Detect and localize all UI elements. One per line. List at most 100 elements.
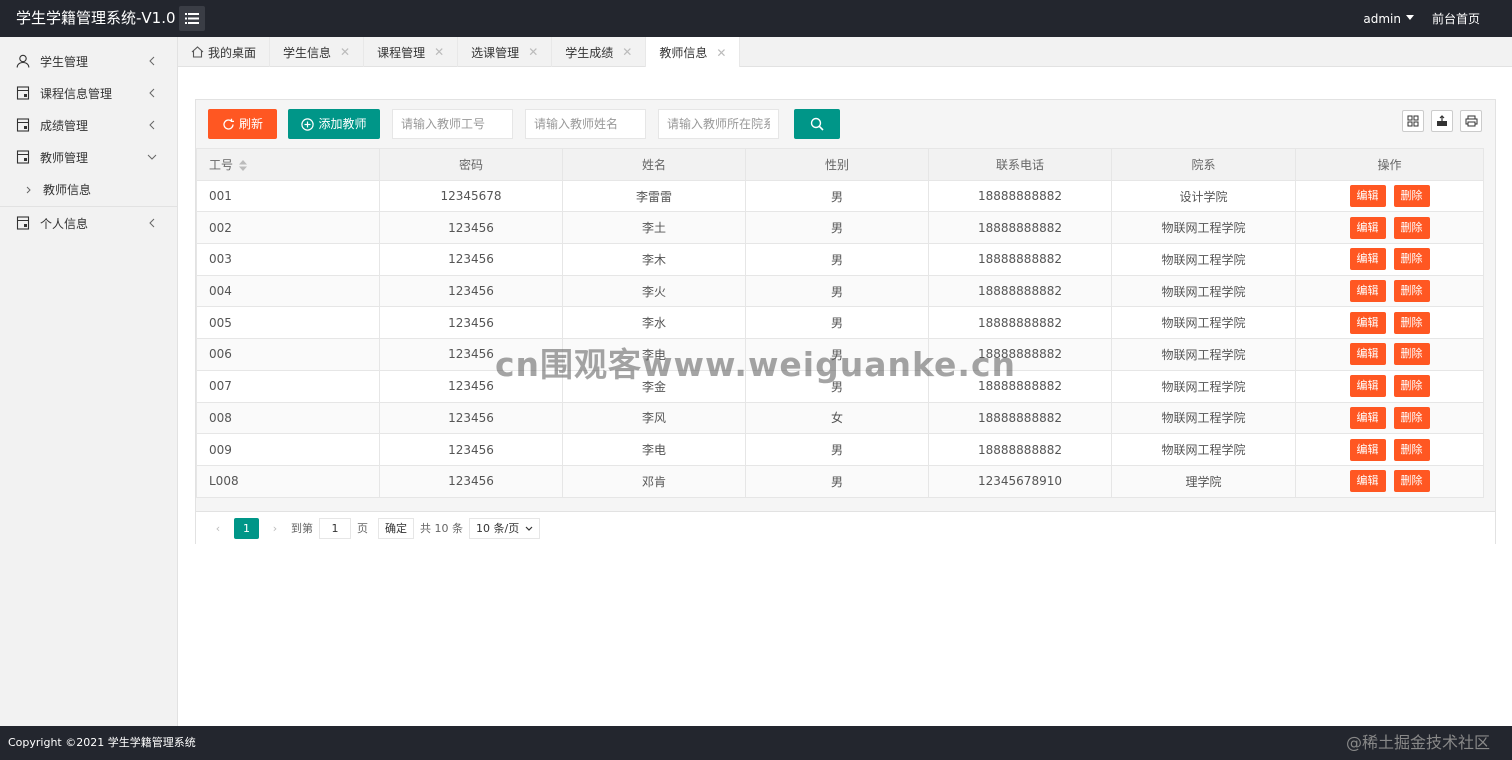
tab-desktop[interactable]: 我的桌面 <box>178 37 271 67</box>
table-header-row: 工号 密码 姓名 性别 联系电话 院系 操作 <box>196 148 1484 181</box>
columns-filter-button[interactable] <box>1402 110 1424 132</box>
footer: Copyright ©2021 学生学籍管理系统 @稀土掘金技术社区 <box>0 726 1512 760</box>
sidebar-item-student[interactable]: 学生管理 <box>0 45 177 77</box>
chevron-down-icon <box>147 154 157 160</box>
edit-button[interactable]: 编辑 <box>1349 438 1386 461</box>
next-page-icon[interactable]: › <box>265 522 285 535</box>
close-icon[interactable]: ✕ <box>340 45 350 59</box>
cell-gender: 男 <box>745 179 929 213</box>
sidebar-item-teacher[interactable]: 教师管理 <box>0 141 177 173</box>
delete-button[interactable]: 删除 <box>1393 438 1430 461</box>
user-menu[interactable]: admin <box>1363 12 1414 26</box>
user-name: admin <box>1363 11 1401 26</box>
column-header-name: 姓名 <box>562 148 746 181</box>
cell-dept: 物联网工程学院 <box>1111 274 1296 308</box>
refresh-label: 刷新 <box>238 117 263 131</box>
close-icon[interactable]: ✕ <box>528 45 538 59</box>
tab-label: 学生信息 <box>283 45 332 60</box>
cell-dept: 设计学院 <box>1111 179 1296 213</box>
tab-selection[interactable]: 选课管理 ✕ <box>458 37 553 67</box>
page-size-select[interactable]: 10 条/页 <box>469 517 541 539</box>
sidebar-item-grades[interactable]: 成绩管理 <box>0 109 177 141</box>
sidebar: 学生管理 课程信息管理 成绩管理 教师管理 教师信息 个人信息 <box>0 37 178 726</box>
tab-teacher-info[interactable]: 教师信息 ✕ <box>646 37 741 68</box>
column-header-phone: 联系电话 <box>928 148 1112 181</box>
cell-actions: 编辑 删除 <box>1295 243 1484 276</box>
table-row: 001 12345678 李雷雷男 18888888882 设计学院 编辑 删除 <box>196 179 1484 213</box>
chevron-left-icon <box>149 120 155 130</box>
menu-icon <box>185 13 199 24</box>
edit-button[interactable]: 编辑 <box>1349 343 1386 366</box>
search-teacher-id-input[interactable] <box>392 109 513 139</box>
edit-button[interactable]: 编辑 <box>1349 248 1386 271</box>
delete-button[interactable]: 删除 <box>1393 185 1430 208</box>
search-teacher-name-input[interactable] <box>525 109 646 139</box>
column-header-id[interactable]: 工号 <box>196 148 380 181</box>
edit-button[interactable]: 编辑 <box>1349 311 1386 334</box>
tab-student-info[interactable]: 学生信息 ✕ <box>270 37 365 67</box>
cell-password: 123456 <box>379 243 563 276</box>
delete-button[interactable]: 删除 <box>1393 280 1430 303</box>
tab-grades[interactable]: 学生成绩 ✕ <box>552 37 647 67</box>
page-jump-input[interactable]: 1 <box>319 517 351 539</box>
chevron-left-icon <box>149 218 155 228</box>
sidebar-item-course[interactable]: 课程信息管理 <box>0 77 177 109</box>
cell-password: 123456 <box>379 274 563 308</box>
cell-actions: 编辑 删除 <box>1295 369 1484 403</box>
goto-label: 到第 <box>291 522 313 535</box>
edit-button[interactable]: 编辑 <box>1349 406 1386 429</box>
close-icon[interactable]: ✕ <box>622 45 632 59</box>
tab-course[interactable]: 课程管理 ✕ <box>364 37 459 67</box>
cell-actions: 编辑 删除 <box>1295 179 1484 213</box>
home-link[interactable]: 前台首页 <box>1432 10 1480 27</box>
prev-page-icon[interactable]: ‹ <box>208 522 228 535</box>
cell-id: 005 <box>196 306 380 340</box>
close-icon[interactable]: ✕ <box>716 46 726 60</box>
chevron-down-icon <box>525 526 533 531</box>
cell-gender: 男 <box>745 464 929 498</box>
sidebar-subitem-teacher-info[interactable]: 教师信息 <box>0 173 177 207</box>
search-button[interactable] <box>794 109 840 139</box>
delete-button[interactable]: 删除 <box>1393 311 1430 334</box>
cell-password: 123456 <box>379 464 563 498</box>
edit-button[interactable]: 编辑 <box>1349 185 1386 208</box>
close-icon[interactable]: ✕ <box>434 45 444 59</box>
delete-button[interactable]: 删除 <box>1393 248 1430 271</box>
export-button[interactable] <box>1431 110 1453 132</box>
cell-dept: 物联网工程学院 <box>1111 338 1296 371</box>
delete-button[interactable]: 删除 <box>1393 470 1430 493</box>
tab-label: 课程管理 <box>377 45 426 60</box>
menu-toggle-button[interactable] <box>179 6 205 31</box>
print-button[interactable] <box>1460 110 1482 132</box>
cell-name: 邓肯 <box>562 464 746 498</box>
top-header: 学生学籍管理系统-V1.0 admin 前台首页 <box>0 0 1512 37</box>
sort-icon[interactable] <box>239 159 248 171</box>
page-jump-confirm-button[interactable]: 确定 <box>378 517 414 539</box>
edit-button[interactable]: 编辑 <box>1349 216 1386 239</box>
sidebar-item-profile[interactable]: 个人信息 <box>0 207 177 239</box>
cell-phone: 18888888882 <box>928 274 1112 308</box>
delete-button[interactable]: 删除 <box>1393 375 1430 398</box>
edit-button[interactable]: 编辑 <box>1349 375 1386 398</box>
column-header-actions: 操作 <box>1295 148 1484 181</box>
cell-phone: 18888888882 <box>928 338 1112 371</box>
table-row: 003 123456 李木男 18888888882 物联网工程学院 编辑 删除 <box>196 243 1484 276</box>
cell-actions: 编辑 删除 <box>1295 274 1484 308</box>
toolbar: 刷新 添加教师 <box>196 100 1495 147</box>
grid-icon <box>1407 115 1419 127</box>
delete-button[interactable]: 删除 <box>1393 343 1430 366</box>
delete-button[interactable]: 删除 <box>1393 216 1430 239</box>
tab-label: 学生成绩 <box>565 45 614 60</box>
refresh-button[interactable]: 刷新 <box>208 109 277 139</box>
delete-button[interactable]: 删除 <box>1393 406 1430 429</box>
edit-button[interactable]: 编辑 <box>1349 470 1386 493</box>
search-teacher-dept-input[interactable] <box>658 109 779 139</box>
cell-gender: 男 <box>745 433 929 466</box>
add-teacher-button[interactable]: 添加教师 <box>288 109 380 139</box>
cell-dept: 物联网工程学院 <box>1111 369 1296 403</box>
header-right: admin 前台首页 <box>1363 0 1480 37</box>
page-current[interactable]: 1 <box>234 517 259 539</box>
search-icon <box>810 117 824 131</box>
page-unit-label: 页 <box>357 522 368 535</box>
edit-button[interactable]: 编辑 <box>1349 280 1386 303</box>
